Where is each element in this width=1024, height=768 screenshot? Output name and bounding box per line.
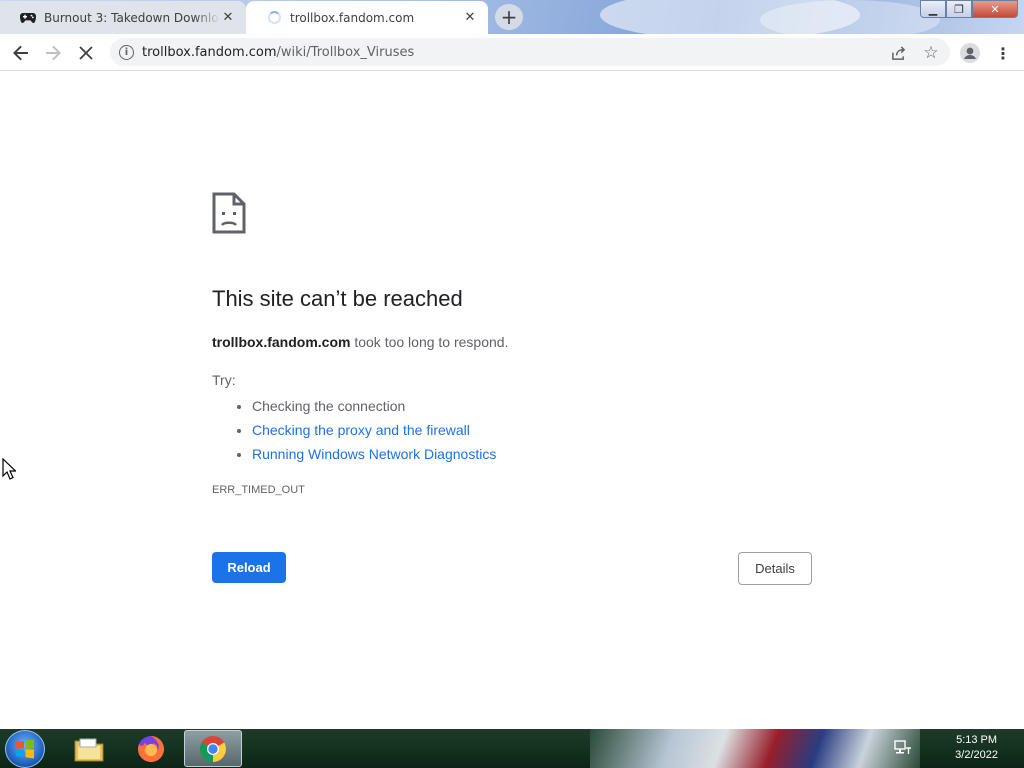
network-icon[interactable] xyxy=(894,740,912,760)
suggestion-text: Checking the connection xyxy=(252,398,406,414)
suggestion-link-network-diagnostics[interactable]: Running Windows Network Diagnostics xyxy=(252,446,496,462)
close-icon xyxy=(79,46,93,60)
clock-time: 5:13 PM xyxy=(956,734,998,746)
tab-trollbox[interactable]: trollbox.fandom.com ✕ xyxy=(246,1,488,34)
tab-title: Burnout 3: Takedown Download ( xyxy=(44,10,220,25)
more-vert-icon: ⋮ xyxy=(995,43,1011,63)
clock-date: 3/2/2022 xyxy=(955,749,998,761)
back-button[interactable] xyxy=(8,40,34,66)
taskbar-firefox[interactable] xyxy=(122,730,180,767)
suggestion-item: Running Windows Network Diagnostics xyxy=(252,442,812,466)
window-close-button[interactable]: ✕ xyxy=(972,0,1018,18)
profile-button[interactable] xyxy=(957,40,983,66)
url-host: trollbox.fandom.com xyxy=(142,44,277,60)
minimize-button[interactable]: ▁ xyxy=(920,0,946,18)
system-clock[interactable]: 5:13 PM 3/2/2022 xyxy=(955,733,998,763)
arrow-left-icon xyxy=(13,45,28,61)
taskbar: 5:13 PM 3/2/2022 xyxy=(0,729,1024,768)
details-button[interactable]: Details xyxy=(738,552,812,585)
start-button[interactable] xyxy=(5,730,45,768)
browser-toolbar: i trollbox.fandom.com/wiki/Trollbox_Viru… xyxy=(0,34,1024,71)
share-button[interactable] xyxy=(885,40,911,66)
windows-logo-icon xyxy=(16,739,34,759)
loading-spinner-icon xyxy=(266,10,282,26)
suggestion-link-proxy-firewall[interactable]: Checking the proxy and the firewall xyxy=(252,422,470,438)
folder-icon xyxy=(74,738,104,761)
chrome-icon xyxy=(200,735,226,762)
menu-button[interactable]: ⋮ xyxy=(990,40,1016,66)
forward-button[interactable] xyxy=(40,40,66,66)
suggestion-list: Checking the connection Checking the pro… xyxy=(252,394,812,466)
address-bar[interactable]: i trollbox.fandom.com/wiki/Trollbox_Viru… xyxy=(110,38,950,66)
browser-tab-strip: Burnout 3: Takedown Download ( ✕ trollbo… xyxy=(0,0,1024,34)
bookmark-button[interactable]: ☆ xyxy=(918,40,944,66)
error-code: ERR_TIMED_OUT xyxy=(212,484,305,496)
error-host: trollbox.fandom.com xyxy=(212,334,351,350)
error-desc-suffix: took too long to respond. xyxy=(350,334,509,350)
error-page: This site can’t be reached trollbox.fand… xyxy=(212,192,812,496)
reload-button[interactable]: Reload xyxy=(212,552,286,583)
window-controls: ▁ ❐ ✕ xyxy=(920,0,1018,18)
url-path: /wiki/Trollbox_Viruses xyxy=(276,44,415,60)
arrow-right-icon xyxy=(46,45,61,61)
tab-burnout[interactable]: Burnout 3: Takedown Download ( ✕ xyxy=(0,1,246,34)
try-label: Try: xyxy=(212,372,236,388)
error-headline: This site can’t be reached xyxy=(212,286,463,311)
error-description: trollbox.fandom.com took too long to res… xyxy=(212,334,812,350)
star-icon: ☆ xyxy=(923,43,939,63)
suggestion-item: Checking the connection xyxy=(252,394,812,418)
sad-document-icon xyxy=(212,192,246,234)
stop-loading-button[interactable] xyxy=(73,40,99,66)
restore-button[interactable]: ❐ xyxy=(946,0,972,18)
tab-close-icon[interactable]: ✕ xyxy=(462,10,478,26)
avatar-icon xyxy=(960,43,980,63)
taskbar-file-explorer[interactable] xyxy=(60,730,118,767)
firefox-icon xyxy=(138,735,164,762)
tab-close-icon[interactable]: ✕ xyxy=(220,10,236,26)
gamepad-icon xyxy=(20,10,36,26)
tab-title: trollbox.fandom.com xyxy=(290,10,415,25)
site-info-icon[interactable]: i xyxy=(119,44,134,60)
wallpaper-cloud xyxy=(760,0,940,34)
plus-icon: + xyxy=(500,5,518,29)
mouse-cursor-icon xyxy=(2,458,16,480)
wallpaper-strip xyxy=(590,729,920,768)
share-icon xyxy=(891,45,905,60)
taskbar-chrome[interactable] xyxy=(184,730,242,767)
suggestion-item: Checking the proxy and the firewall xyxy=(252,418,812,442)
system-tray: 5:13 PM 3/2/2022 xyxy=(894,729,1024,768)
new-tab-button[interactable]: + xyxy=(495,4,523,30)
